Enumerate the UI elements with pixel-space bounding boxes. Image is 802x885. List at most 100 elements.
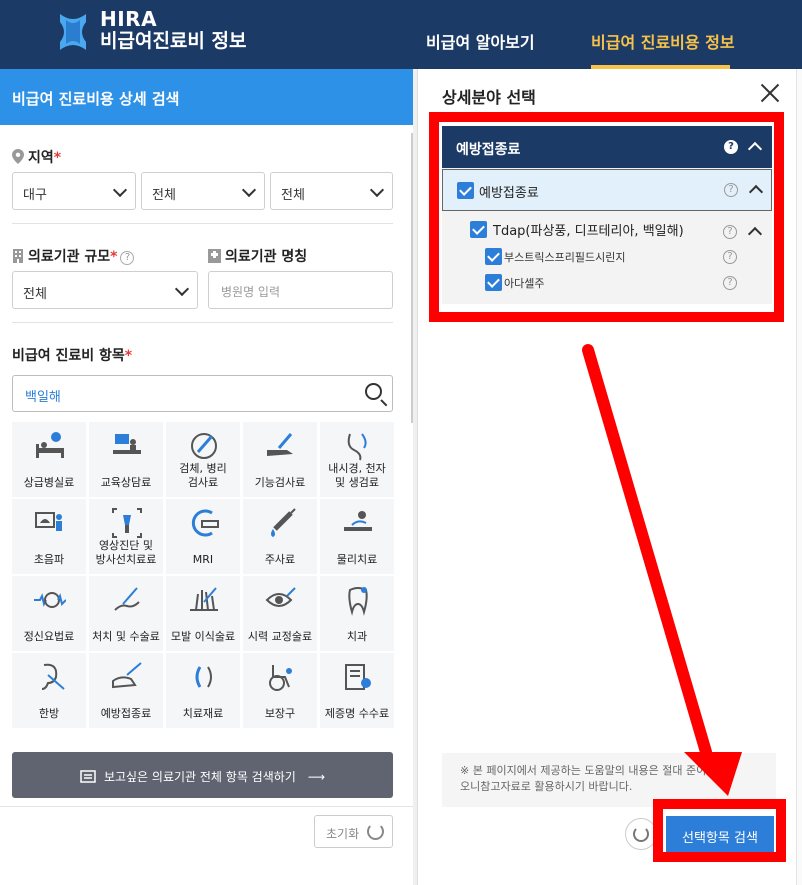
notice-line: 오니참고자료로 활용하시기 바랍니다. — [460, 780, 633, 793]
required-mark: * — [53, 150, 62, 166]
wheelchair-icon — [269, 665, 292, 691]
eye-icon — [265, 587, 296, 607]
region-town-value: 전체 — [281, 188, 305, 203]
all-items-search-label: 보고싶은 의료기관 전체 항목 검색하기 — [103, 770, 296, 784]
category-radiology[interactable]: 영상진단 및 방사선치료료 — [89, 499, 163, 574]
chevron-down-icon — [174, 281, 190, 297]
close-icon[interactable] — [760, 83, 780, 103]
category-label: 내시경, 천자 및 생검료 — [328, 462, 386, 489]
category-education[interactable]: 교육상담료 — [89, 422, 163, 497]
vaccine-arm-icon — [112, 662, 142, 689]
hospital-name-input[interactable]: 병원명 입력 — [208, 271, 393, 309]
location-pin-icon — [12, 149, 24, 164]
required-mark: * — [110, 249, 118, 265]
category-label: 초음파 — [33, 553, 65, 566]
building-icon — [13, 249, 23, 263]
category-label: 보장구 — [264, 707, 296, 720]
hair-icon — [190, 587, 218, 611]
arm-test-icon — [267, 433, 293, 456]
divider — [0, 806, 413, 807]
category-surgery[interactable]: 처치 및 수술료 — [89, 576, 163, 651]
category-dental[interactable]: 치과 — [320, 576, 394, 651]
region-label-text: 지역 — [28, 150, 54, 166]
category-label: 제증명 수수료 — [324, 707, 390, 720]
microscope-icon — [191, 433, 217, 459]
category-physical-therapy[interactable]: 물리치료 — [320, 499, 394, 574]
category-specimen[interactable]: 검체, 병리 검사료 — [166, 422, 240, 497]
category-label: 기능검사료 — [254, 476, 306, 489]
xray-icon — [112, 508, 142, 538]
chevron-down-icon — [369, 182, 385, 198]
hospital-name-label-text: 의료기관 명칭 — [225, 249, 308, 265]
endoscope-icon — [347, 433, 367, 461]
item-label-text: 비급여 진료비 항목 — [12, 348, 125, 364]
category-label: 예방접종료 — [100, 707, 152, 720]
syringe-icon — [271, 508, 296, 537]
category-label: 한방 — [38, 707, 60, 720]
divider — [12, 322, 393, 323]
category-label: 주사료 — [264, 553, 296, 566]
therapy-icon — [344, 511, 372, 531]
modal-title: 상세분야 선택 — [442, 88, 536, 107]
scale-value: 전체 — [23, 287, 47, 302]
search-icon[interactable] — [365, 383, 382, 400]
category-label: 치과 — [346, 630, 368, 643]
required-mark: * — [124, 348, 133, 364]
category-ward[interactable]: 상급병실료 — [12, 422, 86, 497]
hospital-name-placeholder: 병원명 입력 — [221, 285, 281, 299]
category-label: 상급병실료 — [23, 476, 75, 489]
hospital-icon — [208, 249, 221, 263]
category-hair-transplant[interactable]: 모발 이식술료 — [166, 576, 240, 651]
region-city-select[interactable]: 대구 — [12, 172, 136, 210]
detail-search-panel: 비급여 진료비용 상세 검색 지역* 대구 전체 전체 의료기관 규모*? 전체 — [0, 69, 413, 885]
reset-label: 초기화 — [326, 827, 360, 841]
scale-label-text: 의료기관 규모 — [28, 249, 111, 265]
brand-title[interactable]: HIRA 비급여진료비 정보 — [100, 9, 246, 51]
reset-button[interactable]: 초기화 — [314, 815, 393, 848]
category-mri[interactable]: MRI — [166, 499, 240, 574]
scalpel-icon — [114, 587, 140, 611]
category-psychotherapy[interactable]: 정신요법료 — [12, 576, 86, 651]
category-certificate[interactable]: 제증명 수수료 — [320, 653, 394, 728]
category-ultrasound[interactable]: 초음파 — [12, 499, 86, 574]
category-label: 처치 및 수술료 — [92, 630, 160, 643]
brand-bottom-text: 비급여진료비 정보 — [100, 30, 247, 52]
nav-noncovered-info[interactable]: 비급여 알아보기 — [426, 29, 535, 53]
category-endoscopy[interactable]: 내시경, 천자 및 생검료 — [320, 422, 394, 497]
region-city-value: 대구 — [23, 188, 47, 203]
item-search-value: 백일해 — [25, 390, 61, 405]
acupuncture-ear-icon — [41, 663, 65, 690]
nav-noncovered-cost[interactable]: 비급여 진료비용 정보 — [591, 29, 735, 53]
refresh-icon — [367, 823, 384, 840]
all-items-search-button[interactable]: 보고싶은 의료기관 전체 항목 검색하기 ⟶ — [12, 752, 393, 798]
category-function-test[interactable]: 기능검사료 — [243, 422, 317, 497]
scale-select[interactable]: 전체 — [12, 271, 198, 309]
lens-icon — [195, 666, 212, 688]
annotation-box-button — [653, 799, 786, 862]
region-district-select[interactable]: 전체 — [141, 172, 265, 210]
help-icon[interactable]: ? — [120, 251, 135, 265]
brain-wave-icon — [34, 592, 66, 608]
consultation-icon — [113, 434, 141, 454]
document-icon — [345, 664, 371, 690]
item-search-input[interactable]: 백일해 — [12, 375, 393, 412]
category-orthosis[interactable]: 보장구 — [243, 653, 317, 728]
category-oriental[interactable]: 한방 — [12, 653, 86, 728]
top-header: HIRA 비급여진료비 정보 비급여 알아보기 비급여 진료비용 정보 — [0, 0, 802, 69]
category-label: 물리치료 — [336, 553, 378, 566]
page-edge — [796, 69, 802, 885]
category-label: 검체, 병리 검사료 — [179, 462, 227, 489]
chevron-down-icon — [241, 182, 257, 198]
item-label: 비급여 진료비 항목* — [12, 345, 132, 365]
notice-line: ※ 본 페이지에서 제공하는 도움말의 내용은 절대 준이 아니 — [460, 764, 730, 777]
category-vision-correction[interactable]: 시력 교정술료 — [243, 576, 317, 651]
category-vaccination[interactable]: 예방접종료 — [89, 653, 163, 728]
annotation-box-tree — [429, 112, 784, 322]
category-injection[interactable]: 주사료 — [243, 499, 317, 574]
category-materials[interactable]: 치료재료 — [166, 653, 240, 728]
region-label: 지역* — [12, 147, 61, 167]
brand-top-text: HIRA — [100, 7, 158, 31]
scale-label: 의료기관 규모*? — [12, 246, 135, 266]
category-label: 교육상담료 — [100, 476, 152, 489]
region-town-select[interactable]: 전체 — [270, 172, 393, 210]
